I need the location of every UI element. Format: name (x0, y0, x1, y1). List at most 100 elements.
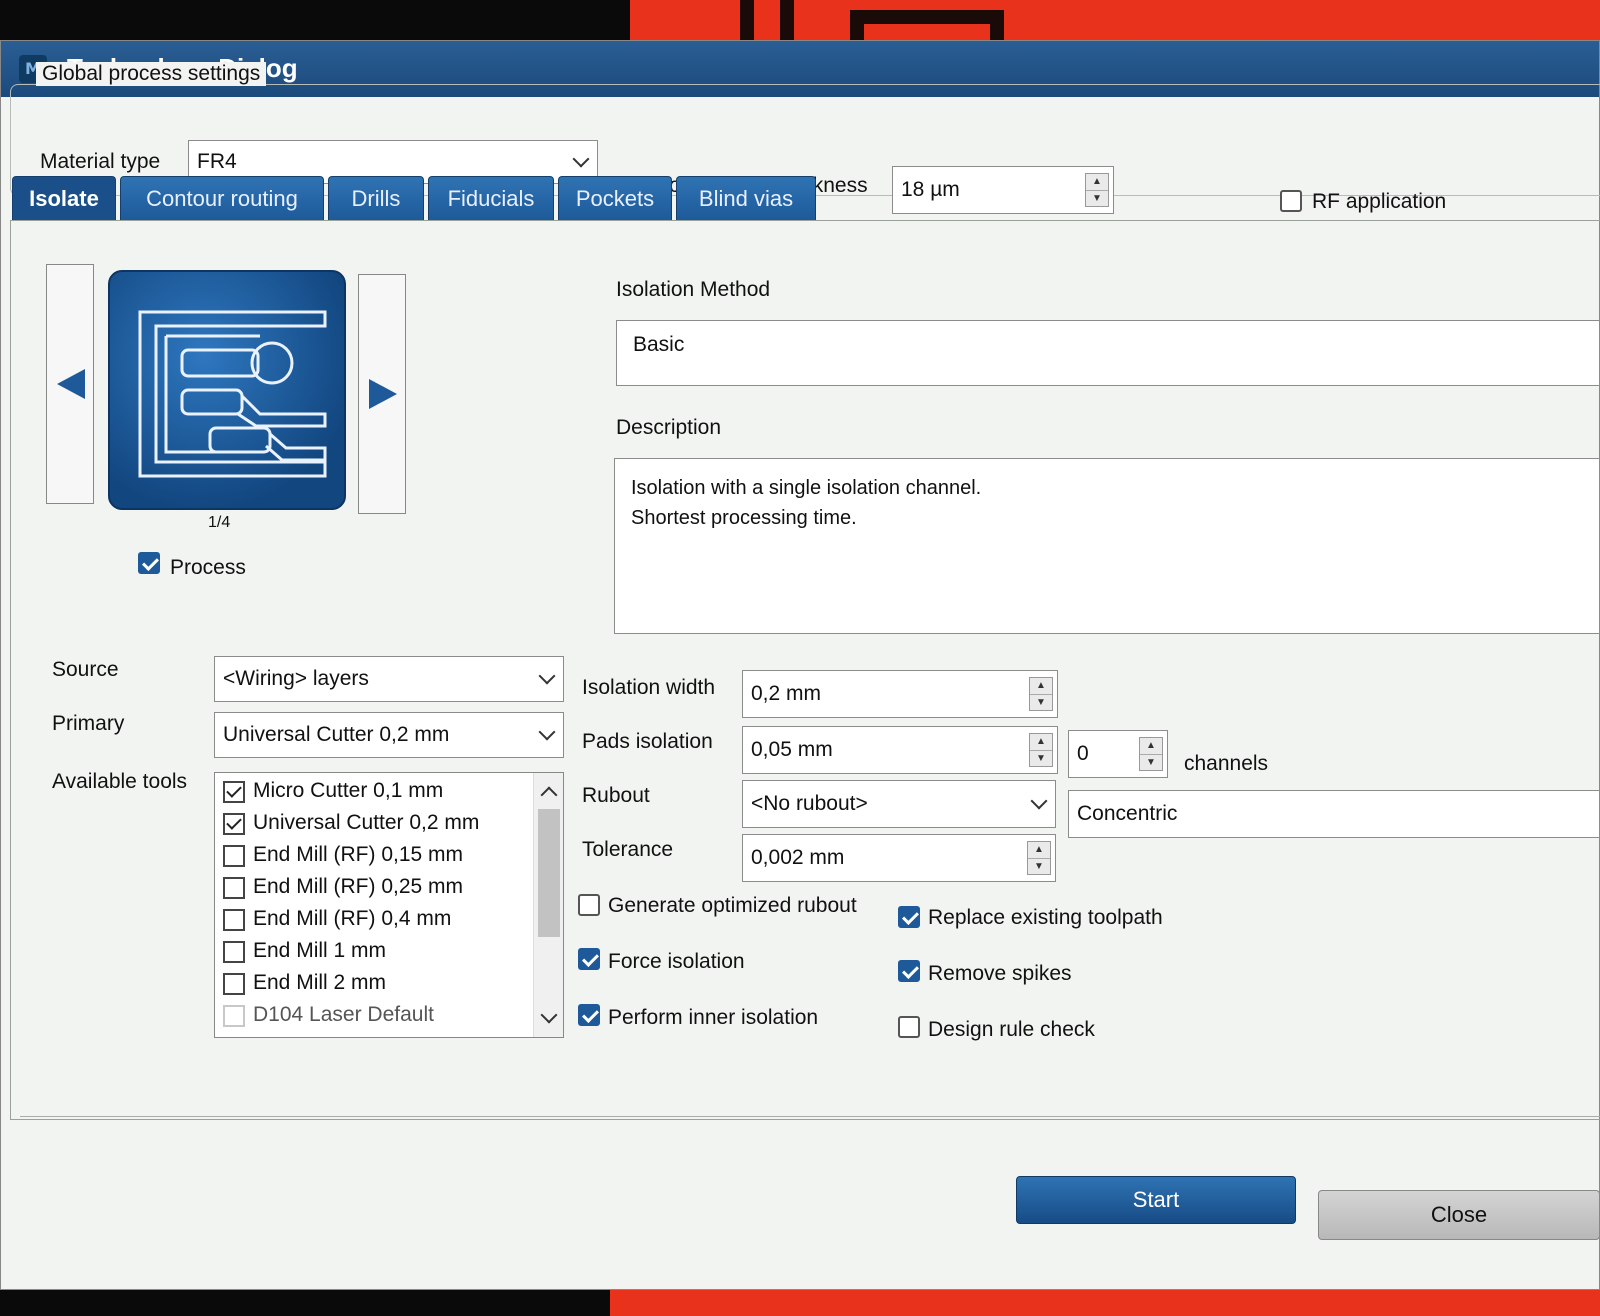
source-label: Source (52, 658, 119, 681)
tolerance-value: 0,002 mm (751, 846, 845, 869)
tool-label: End Mill (RF) 0,15 mm (253, 843, 464, 866)
isolation-width-spinner[interactable]: ▲ ▼ (1029, 677, 1053, 711)
tab-drills[interactable]: Drills (328, 176, 424, 220)
isolation-method-label: Isolation Method (616, 278, 771, 301)
channels-input[interactable]: 0 ▲ ▼ (1068, 730, 1168, 778)
replace-existing-toolpath-checkbox[interactable] (898, 906, 920, 928)
tab-blind-vias[interactable]: Blind vias (676, 176, 816, 220)
pads-isolation-input[interactable]: 0,05 mm ▲ ▼ (742, 726, 1058, 774)
tool-checkbox[interactable] (223, 781, 245, 803)
tool-item[interactable]: End Mill (RF) 0,15 mm (215, 841, 533, 873)
process-checkbox[interactable] (138, 552, 160, 574)
scroll-down-icon[interactable] (540, 1006, 558, 1024)
process-label: Process (170, 556, 246, 579)
isolation-method-value: Basic (633, 333, 685, 356)
tolerance-label: Tolerance (582, 838, 674, 861)
rubout-mode-field: Concentric (1068, 790, 1600, 838)
tool-label: Micro Cutter 0,1 mm (253, 779, 444, 802)
tolerance-spinner[interactable]: ▲ ▼ (1027, 841, 1051, 875)
copper-thickness-input[interactable]: 18 µm ▲ ▼ (892, 166, 1114, 214)
tool-list-scrollbar[interactable] (533, 773, 563, 1037)
tool-checkbox[interactable] (223, 973, 245, 995)
primary-tool-select[interactable]: Universal Cutter 0,2 mm (214, 712, 564, 758)
tool-item[interactable]: End Mill 2 mm (215, 969, 533, 1001)
available-tools-list[interactable]: Micro Cutter 0,1 mm Universal Cutter 0,2… (214, 772, 564, 1038)
tool-item: D104 Laser Default (215, 1001, 533, 1033)
tool-item[interactable]: Universal Cutter 0,2 mm (215, 809, 533, 841)
perform-inner-isolation-label: Perform inner isolation (608, 1006, 819, 1029)
tool-item[interactable]: End Mill (RF) 0,25 mm (215, 873, 533, 905)
design-rule-check-checkbox[interactable] (898, 1016, 920, 1038)
primary-label: Primary (52, 712, 125, 735)
remove-spikes-checkbox[interactable] (898, 960, 920, 982)
page-indicator: 1/4 (208, 514, 231, 531)
perform-inner-isolation-checkbox[interactable] (578, 1004, 600, 1026)
isolation-method-preview (108, 270, 346, 510)
tool-checkbox (223, 1005, 245, 1027)
tool-item[interactable]: End Mill (RF) 0,4 mm (215, 905, 533, 937)
tool-label: End Mill 2 mm (253, 971, 387, 994)
description-label: Description (616, 416, 722, 439)
generate-optimized-rubout-label: Generate optimized rubout (608, 894, 857, 917)
background-pcb-bottom (610, 1290, 1600, 1316)
isolation-width-value: 0,2 mm (751, 682, 822, 705)
rf-application-checkbox[interactable] (1280, 190, 1302, 212)
tool-checkbox[interactable] (223, 941, 245, 963)
scroll-thumb[interactable] (538, 809, 560, 937)
tool-item[interactable]: Micro Cutter 0,1 mm (215, 777, 533, 809)
arrow-right-icon (369, 379, 397, 409)
primary-tool-value: Universal Cutter 0,2 mm (223, 723, 450, 746)
tab-contour-routing[interactable]: Contour routing (120, 176, 324, 220)
pcb-traces-icon (138, 310, 327, 478)
start-button[interactable]: Start (1016, 1176, 1296, 1224)
tool-checkbox[interactable] (223, 845, 245, 867)
copper-thickness-spinner[interactable]: ▲ ▼ (1085, 173, 1109, 207)
rubout-select[interactable]: <No rubout> (742, 780, 1056, 828)
channels-label: channels (1184, 752, 1269, 775)
available-tools-label: Available tools (52, 770, 188, 793)
pads-isolation-spinner[interactable]: ▲ ▼ (1029, 733, 1053, 767)
tool-checkbox[interactable] (223, 909, 245, 931)
rubout-mode-value: Concentric (1077, 802, 1178, 825)
tool-label: End Mill (RF) 0,25 mm (253, 875, 464, 898)
global-settings-title: Global process settings (36, 62, 267, 86)
close-button[interactable]: Close (1318, 1190, 1600, 1240)
force-isolation-label: Force isolation (608, 950, 745, 973)
material-type-label: Material type (40, 150, 161, 173)
replace-existing-toolpath-label: Replace existing toolpath (928, 906, 1163, 929)
force-isolation-checkbox[interactable] (578, 948, 600, 970)
tool-label: Universal Cutter 0,2 mm (253, 811, 480, 834)
tool-item[interactable]: End Mill 1 mm (215, 937, 533, 969)
tab-pockets[interactable]: Pockets (558, 176, 672, 220)
tool-checkbox[interactable] (223, 813, 245, 835)
design-rule-check-label: Design rule check (928, 1018, 1095, 1041)
pads-isolation-label: Pads isolation (582, 730, 713, 753)
source-value: <Wiring> layers (223, 667, 369, 690)
footer-divider (20, 1116, 1600, 1117)
isolation-width-input[interactable]: 0,2 mm ▲ ▼ (742, 670, 1058, 718)
scroll-up-icon[interactable] (540, 786, 558, 804)
tool-label: D104 Laser Default (253, 1003, 434, 1026)
remove-spikes-label: Remove spikes (928, 962, 1072, 985)
tab-fiducials[interactable]: Fiducials (428, 176, 554, 220)
tool-checkbox[interactable] (223, 877, 245, 899)
rubout-label: Rubout (582, 784, 650, 807)
channels-spinner[interactable]: ▲ ▼ (1139, 737, 1163, 771)
material-type-value: FR4 (197, 150, 237, 173)
description-box: Isolation with a single isolation channe… (614, 458, 1600, 634)
arrow-left-icon (57, 369, 85, 399)
generate-optimized-rubout-checkbox[interactable] (578, 894, 600, 916)
description-line-1: Isolation with a single isolation channe… (631, 477, 982, 499)
rubout-value: <No rubout> (751, 792, 868, 815)
description-line-2: Shortest processing time. (631, 507, 857, 529)
copper-thickness-value: 18 µm (901, 178, 960, 201)
pads-isolation-value: 0,05 mm (751, 738, 833, 761)
previous-method-button[interactable] (46, 264, 94, 504)
rf-application-label: RF application (1312, 190, 1447, 213)
isolation-method-field: Basic (616, 320, 1600, 386)
tolerance-input[interactable]: 0,002 mm ▲ ▼ (742, 834, 1056, 882)
tab-isolate[interactable]: Isolate (12, 176, 116, 220)
isolation-width-label: Isolation width (582, 676, 716, 699)
source-select[interactable]: <Wiring> layers (214, 656, 564, 702)
next-method-button[interactable] (358, 274, 406, 514)
